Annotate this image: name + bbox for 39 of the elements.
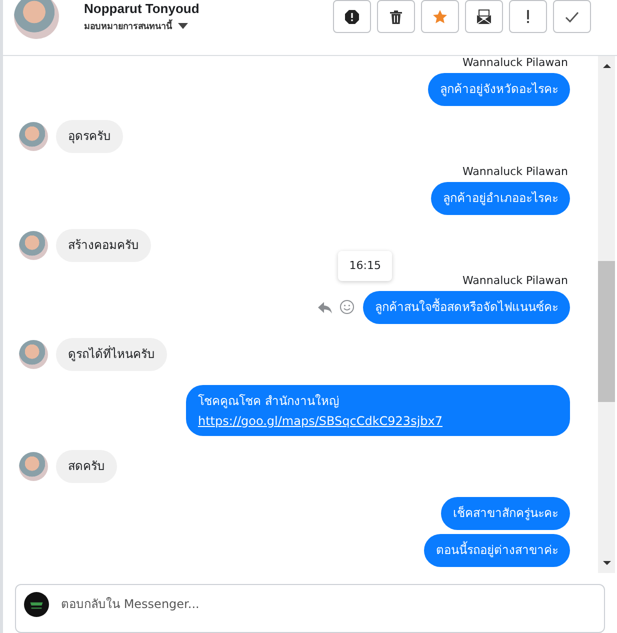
- message-bubble: ลูกค้าสนใจซื้อสดหรือจัดไฟแนนซ์คะ: [363, 290, 570, 324]
- star-button[interactable]: [421, 0, 459, 33]
- map-link[interactable]: https://goo.gl/maps/SBSqcCdkC923sjbx7: [198, 412, 443, 430]
- timestamp-tooltip: 16:15: [338, 250, 392, 281]
- emoji-icon[interactable]: [339, 299, 355, 316]
- toolbar-button[interactable]: [465, 0, 503, 33]
- contact-name: Nopparut Tonyoud: [84, 1, 200, 16]
- sender-name: Wannaluck Pilawan: [462, 274, 569, 288]
- toolbar-button[interactable]: [333, 0, 371, 33]
- trash-icon: [388, 8, 404, 24]
- avatar: [19, 122, 48, 151]
- message-bubble: ตอนนี้รถอยู่ต่างสาขาค่ะ: [424, 534, 570, 567]
- avatar: [19, 340, 48, 369]
- scroll-down-icon[interactable]: [602, 558, 612, 567]
- message-bubble: ลูกค้าอยู่อำเภออะไรคะ: [431, 182, 570, 215]
- toolbar-button[interactable]: [377, 0, 415, 33]
- message-bubble: เช็คสาขาสักครู่นะคะ: [441, 496, 570, 530]
- reply-icon[interactable]: [317, 299, 333, 316]
- avatar: [19, 230, 48, 260]
- scrollbar[interactable]: [598, 56, 615, 573]
- alert-icon: [344, 8, 360, 24]
- avatar: [14, 0, 59, 39]
- message-bubble: ดูรถได้ที่ไหนครับ: [56, 338, 167, 371]
- message-bubble: สร้างคอมครับ: [56, 228, 151, 262]
- envelope-icon: [476, 8, 492, 24]
- message-bubble: สดครับ: [56, 450, 117, 483]
- message-text: โชคคูณโชค สำนักงานใหญ่: [198, 392, 339, 410]
- scrollbar-thumb[interactable]: [598, 260, 615, 402]
- sender-name: Wannaluck Pilawan: [462, 164, 569, 179]
- assign-dropdown[interactable]: มอบหมายการสนทนานี้: [84, 19, 188, 33]
- avatar: [19, 452, 48, 481]
- message-bubble: ลูกค้าอยู่จังหวัดอะไรคะ: [428, 72, 570, 106]
- star-icon: [432, 8, 448, 24]
- message-bubble: อุดรครับ: [56, 120, 123, 153]
- scroll-up-icon[interactable]: [602, 62, 612, 70]
- page-avatar-icon: [24, 592, 49, 617]
- reply-box[interactable]: ตอบกลับใน Messenger...: [15, 584, 605, 633]
- caret-icon: [178, 23, 188, 29]
- sender-name: Wannaluck Pilawan: [462, 56, 569, 70]
